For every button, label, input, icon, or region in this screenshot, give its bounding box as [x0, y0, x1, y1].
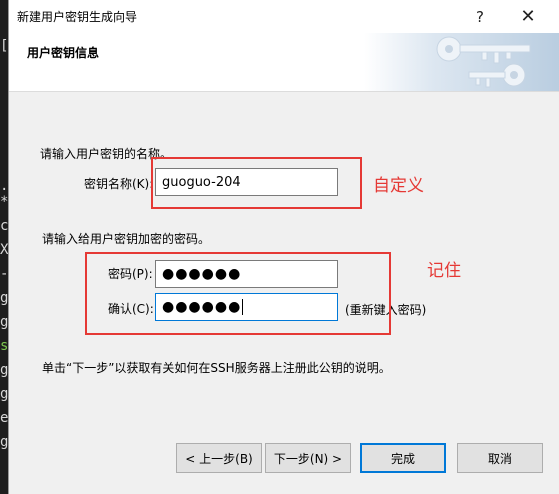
keys-banner-icon [364, 33, 559, 91]
finish-button[interactable]: 完成 [360, 443, 446, 473]
close-button[interactable]: ✕ [505, 0, 551, 33]
key-name-label: 密钥名称(K): [84, 177, 154, 191]
cancel-button[interactable]: 取消 [457, 443, 543, 473]
title-bar[interactable]: 新建用户密钥生成向导 ? ✕ [9, 0, 559, 33]
window-title: 新建用户密钥生成向导 [17, 10, 138, 24]
password-prompt: 请输入给用户密钥加密的密码。 [42, 232, 211, 246]
help-button[interactable]: ? [457, 0, 503, 33]
annotation-box-password [85, 252, 391, 335]
wizard-dialog: 新建用户密钥生成向导 ? ✕ 用户密钥信息 请输入用户密钥的名称。 密钥名称(K… [8, 0, 559, 494]
annotation-box-name [151, 157, 362, 209]
annotation-custom: 自定义 [373, 176, 424, 196]
annotation-remember: 记住 [427, 261, 461, 281]
page-title: 用户密钥信息 [27, 46, 100, 60]
info-text: 单击“下一步”以获取有关如何在SSH服务器上注册此公钥的说明。 [42, 361, 391, 375]
wizard-header: 用户密钥信息 [9, 33, 559, 92]
next-button[interactable]: 下一步(N) > [265, 443, 351, 473]
back-button[interactable]: < 上一步(B) [176, 443, 262, 473]
